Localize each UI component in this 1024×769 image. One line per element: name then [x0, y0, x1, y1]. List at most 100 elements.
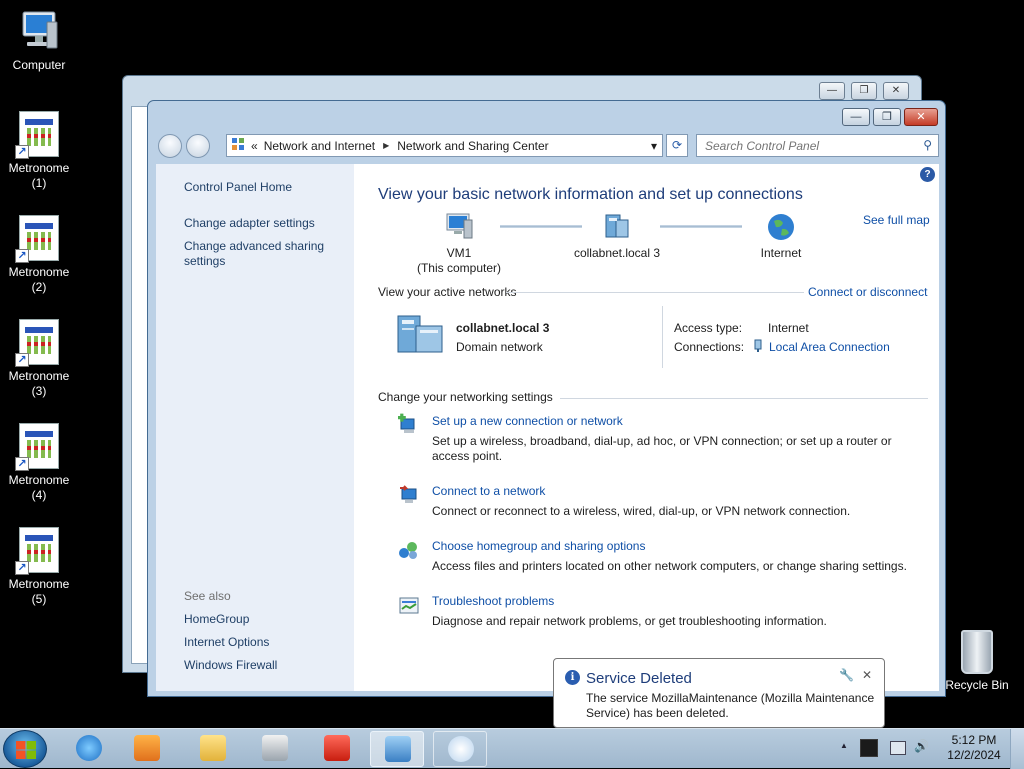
- search-box[interactable]: ⚲: [696, 134, 939, 157]
- connect-to-network-link[interactable]: Connect to a network: [432, 484, 545, 498]
- sidebar-link-change-advanced-sharing[interactable]: Change advanced sharing settings: [184, 239, 334, 269]
- sidebar-link-homegroup[interactable]: HomeGroup: [184, 612, 249, 627]
- troubleshoot-icon: [398, 595, 420, 617]
- desktop-icon-metronome-1[interactable]: ↗ Metronome (1): [1, 111, 77, 191]
- minimize-button[interactable]: —: [842, 108, 870, 126]
- local-area-connection-link[interactable]: Local Area Connection: [769, 340, 890, 354]
- address-dropdown-icon[interactable]: ▾: [651, 139, 657, 153]
- clock-date: 12/2/2024: [947, 748, 1001, 762]
- taskbar-explorer[interactable]: [186, 731, 240, 767]
- taskbar-ole-app[interactable]: [310, 731, 364, 767]
- desktop-icon-label: Metronome: [8, 473, 70, 487]
- see-full-map-link[interactable]: See full map: [863, 213, 930, 227]
- desktop-icon-label: Computer: [12, 58, 66, 72]
- desktop-icon-computer[interactable]: Computer: [1, 8, 77, 73]
- sidebar-link-windows-firewall[interactable]: Windows Firewall: [184, 658, 277, 673]
- computer-icon: [444, 212, 474, 240]
- access-type-value: Internet: [768, 321, 809, 335]
- metronome-shortcut-icon: ↗: [15, 215, 61, 263]
- vertical-divider: [662, 306, 663, 368]
- access-type-label: Access type:: [674, 321, 743, 335]
- setup-new-connection-desc: Set up a wireless, broadband, dial-up, a…: [432, 434, 892, 463]
- map-node-network[interactable]: collabnet.local 3: [562, 212, 672, 261]
- sidebar-link-change-adapter-settings[interactable]: Change adapter settings: [184, 216, 315, 231]
- show-hidden-icons-button[interactable]: ▲: [840, 741, 848, 750]
- homegroup-sharing-link[interactable]: Choose homegroup and sharing options: [432, 539, 645, 553]
- control-panel-icon: [231, 137, 245, 154]
- desktop-icon-label: Metronome: [8, 265, 70, 279]
- globe-icon: [766, 212, 796, 240]
- connect-to-network-desc: Connect or reconnect to a wireless, wire…: [432, 504, 851, 518]
- taskbar-disc-app[interactable]: [433, 731, 487, 767]
- address-bar[interactable]: « Network and Internet ▶ Network and Sha…: [226, 134, 663, 157]
- map-node-sublabel: (This computer): [416, 261, 502, 275]
- disc-icon: [448, 736, 474, 762]
- wrench-icon[interactable]: 🔧: [839, 668, 854, 682]
- taskbar-printer-app[interactable]: [248, 731, 302, 767]
- help-icon[interactable]: ?: [920, 167, 935, 182]
- taskbar-clock[interactable]: 5:12 PM 12/2/2024: [934, 733, 1014, 763]
- map-node-internet[interactable]: Internet: [726, 212, 836, 261]
- folder-icon: [200, 735, 226, 761]
- desktop-icon-label: Metronome: [8, 577, 70, 591]
- speaker-icon[interactable]: 🔊: [914, 739, 929, 753]
- divider: [506, 292, 804, 293]
- network-icon: [602, 212, 632, 240]
- network-sharing-center-window[interactable]: — ❐ ✕ « Network and Internet ▶ Network a…: [147, 100, 946, 697]
- homegroup-icon: [398, 539, 420, 561]
- maximize-button[interactable]: ❐: [873, 108, 901, 126]
- troubleshoot-link[interactable]: Troubleshoot problems: [432, 594, 554, 608]
- desktop-icon-label-number: (1): [31, 176, 47, 190]
- bg-minimize-button[interactable]: —: [819, 82, 845, 100]
- settings-header: Change your networking settings: [378, 390, 553, 404]
- breadcrumb-network-sharing-center[interactable]: Network and Sharing Center: [397, 139, 548, 153]
- refresh-button[interactable]: ⟳: [666, 134, 688, 157]
- notification-balloon[interactable]: i Service Deleted 🔧 ✕ The service Mozill…: [553, 658, 885, 728]
- back-button[interactable]: [158, 134, 182, 158]
- bg-close-button[interactable]: ✕: [883, 82, 909, 100]
- desktop-icon-metronome-4[interactable]: ↗ Metronome (4): [1, 423, 77, 503]
- notification-close-icon[interactable]: ✕: [862, 668, 872, 682]
- search-input[interactable]: [705, 139, 915, 153]
- network-name: collabnet.local 3: [456, 321, 550, 335]
- bg-maximize-button[interactable]: ❐: [851, 82, 877, 100]
- notification-body: The service MozillaMaintenance (Mozilla …: [586, 691, 875, 720]
- active-networks-header: View your active networks: [378, 285, 517, 299]
- taskbar-internet-explorer[interactable]: [62, 731, 116, 767]
- desktop-icon-metronome-2[interactable]: ↗ Metronome (2): [1, 215, 77, 295]
- sidebar-link-internet-options[interactable]: Internet Options: [184, 635, 269, 650]
- lan-connection-icon: [752, 339, 764, 356]
- connect-network-icon: [398, 484, 420, 506]
- troubleshoot-desc: Diagnose and repair network problems, or…: [432, 614, 827, 628]
- new-connection-icon: [397, 413, 420, 435]
- media-player-icon: [134, 735, 160, 761]
- network-tray-icon[interactable]: [890, 741, 906, 755]
- taskbar-control-panel[interactable]: [370, 731, 424, 767]
- internet-explorer-icon: [76, 735, 102, 761]
- connect-or-disconnect-link[interactable]: Connect or disconnect: [808, 285, 927, 299]
- action-center-icon[interactable]: [860, 739, 878, 757]
- desktop-icon-label-number: (4): [31, 488, 47, 502]
- breadcrumb-overflow[interactable]: «: [251, 139, 258, 153]
- search-icon[interactable]: ⚲: [923, 138, 932, 152]
- desktop-icon-metronome-5[interactable]: ↗ Metronome (5): [1, 527, 77, 607]
- connections-label: Connections:: [674, 340, 745, 354]
- taskbar-media-player[interactable]: [120, 731, 174, 767]
- control-panel-icon: [385, 736, 411, 762]
- desktop-icon-recycle-bin[interactable]: Recycle Bin: [942, 630, 1012, 692]
- notification-title: Service Deleted: [586, 670, 692, 687]
- map-node-label: VM1: [446, 246, 472, 260]
- setup-new-connection-link[interactable]: Set up a new connection or network: [432, 414, 623, 428]
- homegroup-sharing-desc: Access files and printers located on oth…: [432, 559, 907, 573]
- start-button[interactable]: [3, 730, 47, 768]
- ole-icon: [324, 735, 350, 761]
- forward-button[interactable]: [186, 134, 210, 158]
- printer-icon: [262, 735, 288, 761]
- see-also-header: See also: [184, 589, 231, 603]
- close-button[interactable]: ✕: [904, 108, 938, 126]
- map-node-computer[interactable]: VM1 (This computer): [404, 212, 514, 276]
- desktop-icon-metronome-3[interactable]: ↗ Metronome (3): [1, 319, 77, 399]
- sidebar-link-control-panel-home[interactable]: Control Panel Home: [184, 180, 292, 195]
- breadcrumb-network-and-internet[interactable]: Network and Internet: [264, 139, 375, 153]
- breadcrumb-separator-icon[interactable]: ▶: [383, 141, 389, 150]
